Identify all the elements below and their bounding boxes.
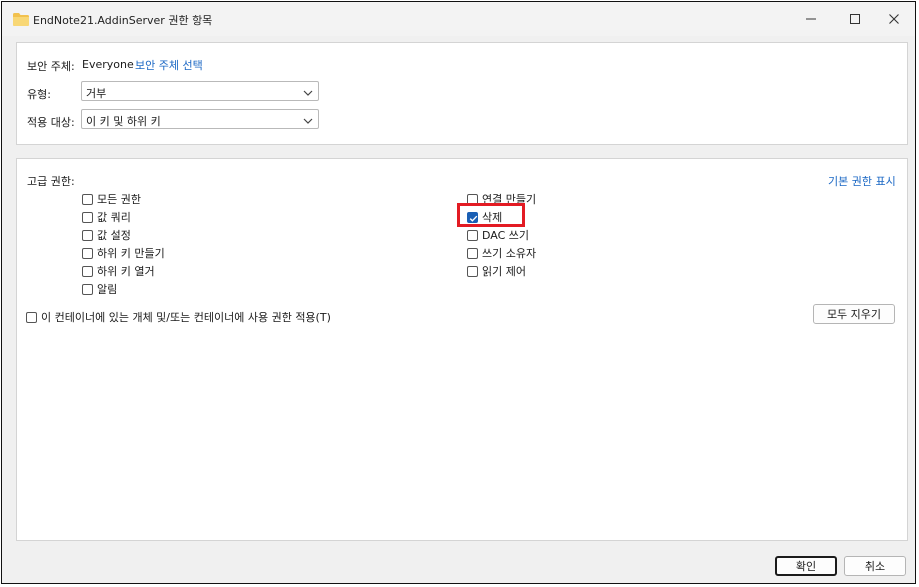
checkbox[interactable]	[467, 229, 478, 241]
ok-button[interactable]: 확인	[775, 556, 837, 576]
checkbox[interactable]	[467, 265, 478, 277]
permission-label: 값 쿼리	[97, 211, 131, 224]
permission-enumerate-subkeys[interactable]: 하위 키 열거	[82, 264, 155, 278]
apply-to-container-option[interactable]: 이 컨테이너에 있는 개체 및/또는 컨테이너에 사용 권한 적용(T)	[26, 310, 331, 324]
close-button[interactable]	[887, 12, 901, 26]
advanced-permissions-panel: 고급 권한: 기본 권한 표시 모든 권한 값 쿼리 값 설정 하위 키 만들기…	[16, 158, 908, 541]
checkbox[interactable]	[82, 265, 93, 277]
cancel-button-label: 취소	[864, 560, 886, 573]
permission-label: 모든 권한	[97, 193, 141, 206]
permission-create-subkey[interactable]: 하위 키 만들기	[82, 246, 165, 260]
type-select-value: 거부	[86, 87, 107, 100]
permission-label: 알림	[97, 283, 118, 296]
permission-write-owner[interactable]: 쓰기 소유자	[467, 246, 536, 260]
principal-panel: 보안 주체: Everyone 보안 주체 선택 유형: 거부 적용 대상: 이…	[16, 42, 908, 145]
chevron-down-icon	[303, 87, 313, 100]
permission-read-control[interactable]: 읽기 제어	[467, 264, 526, 278]
checkbox[interactable]	[82, 193, 93, 205]
permission-full-control[interactable]: 모든 권한	[82, 192, 141, 206]
clear-all-button[interactable]: 모두 지우기	[813, 304, 895, 324]
window-title: EndNote21.AddinServer 권한 항목	[33, 14, 213, 27]
type-label: 유형:	[27, 88, 51, 101]
applies-to-label: 적용 대상:	[27, 116, 75, 129]
applies-to-select-value: 이 키 및 하위 키	[86, 115, 161, 128]
checkbox[interactable]	[82, 283, 93, 295]
checkmark-icon	[469, 215, 478, 222]
checkbox[interactable]	[26, 311, 37, 323]
permission-label: 하위 키 만들기	[97, 247, 165, 260]
checkbox[interactable]	[82, 229, 93, 241]
cancel-button[interactable]: 취소	[844, 556, 906, 576]
checkbox-checked[interactable]	[467, 211, 478, 223]
permission-set-value[interactable]: 값 설정	[82, 228, 131, 242]
applies-to-select[interactable]: 이 키 및 하위 키	[81, 109, 319, 129]
permission-label: 쓰기 소유자	[482, 247, 537, 260]
permission-notify[interactable]: 알림	[82, 282, 117, 296]
advanced-permissions-label: 고급 권한:	[27, 175, 75, 188]
maximize-button[interactable]	[848, 12, 862, 26]
principal-value: Everyone	[82, 58, 134, 71]
apply-to-container-label: 이 컨테이너에 있는 개체 및/또는 컨테이너에 사용 권한 적용(T)	[41, 311, 331, 324]
type-select[interactable]: 거부	[81, 81, 319, 101]
select-principal-link[interactable]: 보안 주체 선택	[135, 57, 203, 73]
permission-label: DAC 쓰기	[482, 229, 530, 242]
permission-query-value[interactable]: 값 쿼리	[82, 210, 131, 224]
principal-label: 보안 주체:	[27, 60, 75, 73]
permission-entry-window: EndNote21.AddinServer 권한 항목 보안 주체: Every…	[1, 1, 916, 584]
show-basic-permissions-link[interactable]: 기본 권한 표시	[828, 173, 896, 189]
folder-icon	[13, 13, 29, 29]
ok-button-label: 확인	[795, 560, 817, 573]
permission-label: 읽기 제어	[482, 265, 526, 278]
clear-all-button-label: 모두 지우기	[826, 308, 882, 321]
permission-label: 값 설정	[97, 229, 131, 242]
checkbox[interactable]	[467, 193, 478, 205]
chevron-down-icon	[303, 115, 313, 128]
checkbox[interactable]	[82, 247, 93, 259]
checkbox[interactable]	[467, 247, 478, 259]
permission-label: 연결 만들기	[482, 193, 537, 206]
permission-label: 삭제	[482, 211, 503, 224]
permission-delete[interactable]: 삭제	[467, 210, 502, 224]
permission-write-dac[interactable]: DAC 쓰기	[467, 228, 529, 242]
permission-create-link[interactable]: 연결 만들기	[467, 192, 536, 206]
title-bar: EndNote21.AddinServer 권한 항목	[2, 2, 915, 36]
minimize-button[interactable]	[804, 12, 818, 26]
permission-label: 하위 키 열거	[97, 265, 155, 278]
checkbox[interactable]	[82, 211, 93, 223]
